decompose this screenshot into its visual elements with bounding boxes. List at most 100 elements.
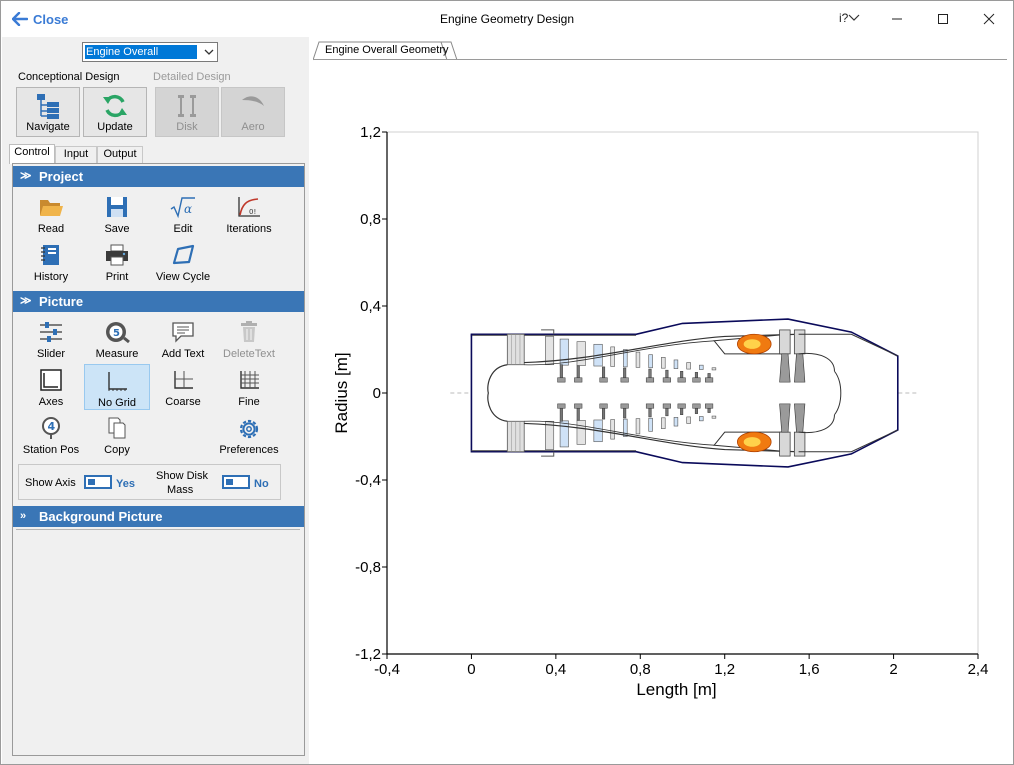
compressor-blade — [673, 359, 679, 369]
measure-tape-icon: 5 — [106, 322, 130, 344]
axes-button[interactable]: Axes — [18, 364, 84, 410]
speech-bubble-icon — [172, 322, 194, 343]
compressor-blade — [699, 416, 704, 422]
combustor-flame-core — [743, 437, 761, 447]
compressor-blade — [699, 364, 704, 370]
compressor-blade — [559, 338, 569, 366]
compressor-blade — [576, 420, 586, 445]
no-grid-button[interactable]: No Grid — [84, 364, 150, 410]
update-button[interactable]: Update — [83, 87, 147, 137]
view-select-value: Engine Overall — [84, 44, 198, 60]
window-close-button[interactable] — [966, 5, 1012, 33]
left-panel: Engine Overall Conceptional Design Detai… — [2, 37, 309, 764]
y-tick-label: -0,8 — [355, 559, 381, 576]
disk-bore — [574, 377, 583, 383]
x-tick-label: 0 — [467, 661, 475, 678]
update-label: Update — [97, 121, 133, 133]
iterations-button[interactable]: 0! Iterations — [216, 191, 282, 237]
turbine-disk — [794, 403, 806, 433]
section-project-header[interactable]: ≫ Project — [13, 166, 304, 187]
compressor-blade — [661, 357, 666, 369]
printer-icon — [106, 244, 128, 266]
tab-control[interactable]: Control — [9, 144, 55, 164]
svg-text:4: 4 — [48, 420, 56, 433]
engine-geometry-chart[interactable]: -0,4 0 0,4 0,8 1,2 1,6 2 2,4 1,2 0,8 0,4 0 -0,4 -0,8 -… — [314, 60, 1006, 758]
measure-button[interactable]: 5 Measure — [84, 316, 150, 362]
preferences-button[interactable]: Preferences — [216, 412, 282, 458]
turbine-disk — [794, 353, 806, 383]
x-tick-label: 1,6 — [799, 661, 820, 678]
detailed-design-label: Detailed Design — [153, 71, 231, 83]
compressor-blade — [661, 417, 666, 429]
history-button[interactable]: History — [18, 239, 84, 285]
folder-icon — [40, 200, 63, 216]
x-axis-label: Length [m] — [636, 680, 716, 699]
station-pos-button[interactable]: 4 Station Pos — [18, 412, 84, 458]
compressor-blade — [635, 351, 641, 368]
compressor-blade — [673, 417, 679, 427]
iterations-graph-icon: 0! — [238, 197, 260, 217]
chart-area: -0,4 0 0,4 0,8 1,2 1,6 2 2,4 1,2 0,8 0,4 0 -0,4 -0,8 -… — [314, 60, 1006, 758]
aero-button[interactable]: Aero — [221, 87, 285, 137]
cycle-diagram-icon — [172, 244, 195, 265]
disk-button[interactable]: Disk — [155, 87, 219, 137]
copy-button[interactable]: Copy — [84, 412, 150, 458]
turbine-disk — [779, 403, 791, 433]
view-cycle-button[interactable]: View Cycle — [150, 239, 216, 285]
section-picture-header[interactable]: ≫ Picture — [13, 291, 304, 312]
control-panel: ≫ Project Read Save α Edit 0! Iterations… — [12, 163, 305, 756]
collapse-chevron-icon: ≫ — [20, 295, 32, 307]
doc-tab-label: Engine Overall Geometry — [325, 44, 449, 56]
maximize-button[interactable] — [920, 5, 966, 33]
compressor-blade — [559, 420, 569, 448]
navigate-label: Navigate — [26, 121, 70, 133]
tree-icon — [37, 94, 59, 119]
read-button[interactable]: Read — [18, 191, 84, 237]
turbine-blade — [793, 431, 806, 457]
app-window: Close Engine Geometry Design i? Engine O… — [0, 0, 1014, 765]
turbine-blade — [779, 431, 791, 457]
toggle-knob — [226, 479, 233, 485]
svg-text:0!: 0! — [249, 208, 256, 216]
blade-icon — [242, 96, 264, 106]
save-button[interactable]: Save — [84, 191, 150, 237]
y-tick-label: 0,8 — [360, 211, 381, 228]
tab-output[interactable]: Output — [97, 146, 143, 163]
show-axis-toggle[interactable] — [84, 475, 112, 489]
navigate-button[interactable]: Navigate — [16, 87, 80, 137]
collapse-chevron-icon: ≫ — [20, 170, 32, 182]
compressor-blade — [711, 415, 717, 419]
show-disk-label-mass: Mass — [167, 484, 194, 496]
copy-label: Copy — [104, 444, 130, 456]
x-tick-label: 0,8 — [630, 661, 651, 678]
disk-bore — [705, 403, 714, 409]
minimize-button[interactable] — [874, 5, 920, 33]
add-text-button[interactable]: Add Text — [150, 316, 216, 362]
compressor-blade — [610, 346, 615, 367]
coarse-button[interactable]: Coarse — [150, 364, 216, 410]
title-bar: Close Engine Geometry Design i? — [1, 1, 1013, 37]
window-title: Engine Geometry Design — [439, 12, 575, 26]
fine-label: Fine — [238, 396, 260, 408]
edit-button[interactable]: α Edit — [150, 191, 216, 237]
fine-button[interactable]: Fine — [216, 364, 282, 410]
compressor-blade — [711, 367, 717, 371]
slider-button[interactable]: Slider — [18, 316, 84, 362]
sliders-icon — [40, 322, 62, 342]
view-select[interactable]: Engine Overall — [82, 42, 218, 62]
minimize-icon — [892, 18, 902, 20]
delete-text-button[interactable]: DeleteText — [216, 316, 282, 362]
show-disk-mass-toggle[interactable] — [222, 475, 250, 489]
disk-bore — [677, 403, 686, 409]
disk-bore — [692, 377, 701, 383]
section-background-header[interactable]: » Background Picture — [13, 506, 304, 527]
print-button[interactable]: Print — [84, 239, 150, 285]
disk-bore — [662, 403, 671, 409]
tab-input[interactable]: Input — [55, 146, 97, 163]
section-project-title: Project — [39, 169, 84, 184]
compressor-blade — [648, 417, 653, 432]
disk-icon — [178, 95, 196, 117]
help-button[interactable]: i? — [839, 11, 860, 25]
y-tick-label: 1,2 — [360, 124, 381, 141]
combustor-flame-core — [743, 339, 761, 349]
